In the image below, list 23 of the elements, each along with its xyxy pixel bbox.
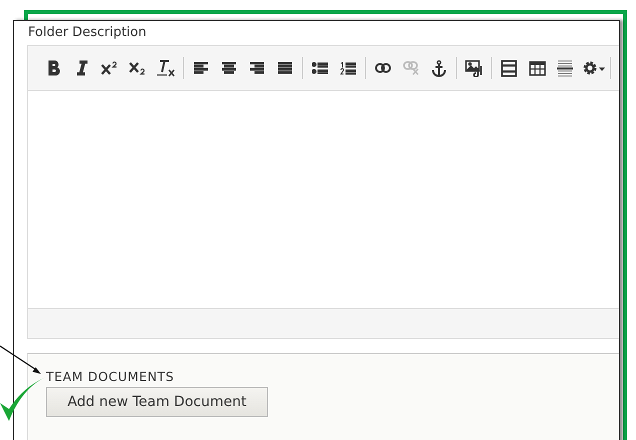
bullet-list-icon (312, 62, 328, 74)
image-icon (465, 60, 483, 76)
superscript-icon (101, 60, 119, 76)
annotation-arrow (0, 345, 44, 377)
anchor-icon (432, 60, 446, 76)
bold-icon (47, 60, 61, 76)
template-icon (501, 60, 517, 76)
subscript-icon (129, 60, 147, 76)
align-right-icon (250, 62, 264, 74)
gear-icon (581, 59, 605, 77)
link-icon (375, 63, 391, 73)
horizontal-rule-icon (557, 60, 573, 76)
italic-icon (75, 60, 89, 76)
field-label: Folder Description (28, 25, 148, 42)
clear-format-icon (156, 60, 176, 76)
table-icon (528, 60, 546, 76)
align-left-icon (194, 62, 208, 74)
align-center-icon (222, 62, 236, 74)
unlink-icon (403, 61, 419, 75)
section-heading: TEAM DOCUMENTS (46, 370, 176, 384)
justify-icon (278, 62, 292, 74)
numbered-list-icon (340, 62, 356, 74)
add-document-button[interactable]: Add new Team Document (46, 387, 268, 417)
